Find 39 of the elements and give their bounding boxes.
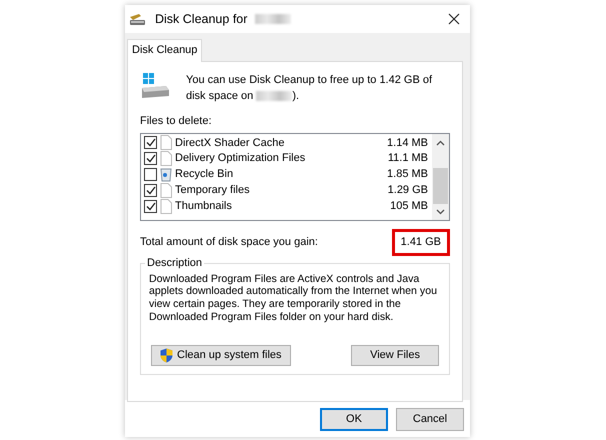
scroll-down-icon[interactable] [436, 209, 445, 215]
shield-icon [160, 348, 173, 362]
file-size: 1.14 MB [387, 136, 428, 151]
file-name: Thumbnails [175, 198, 232, 214]
intro-text: You can use Disk Cleanup to free up to 1.42 GB of disk space on ). [186, 72, 434, 104]
file-size: 105 MB [390, 198, 428, 214]
scroll-up-icon[interactable] [436, 140, 445, 146]
total-label: Total amount of disk space you gain: [140, 235, 318, 250]
checkbox[interactable] [144, 152, 157, 166]
file-icon [160, 151, 172, 166]
tab[interactable]: Disk Cleanup [127, 39, 202, 62]
dialog-button[interactable]: Cancel [396, 408, 464, 431]
group-title: Description [146, 258, 204, 268]
action-button[interactable]: View Files [351, 344, 439, 366]
checkbox[interactable] [144, 136, 157, 150]
file-name: Recycle Bin [175, 167, 234, 182]
file-size: 1.29 GB [388, 183, 428, 198]
dialog-button[interactable]: OK [320, 408, 388, 431]
files-label: Files to delete: [140, 114, 213, 128]
checkbox[interactable] [144, 184, 157, 197]
checkbox[interactable] [144, 168, 157, 181]
description-text: Downloaded Program Files are ActiveX controls and Java applets downloaded automatically from the Internet when you view certain pages. They are temporarily stored in the Downloaded Program Files folder on your hard disk. [149, 272, 438, 324]
file-name: DirectX Shader Cache [175, 136, 284, 151]
file-icon [160, 182, 172, 198]
window-title: Disk Cleanup for [155, 10, 248, 28]
scrollbar[interactable] [432, 134, 449, 220]
file-name: Temporary files [175, 183, 250, 198]
checkbox[interactable] [144, 200, 157, 213]
recycle-bin-icon [160, 166, 172, 182]
file-icon [160, 198, 172, 214]
drive-icon [140, 72, 170, 100]
file-size: 11.1 MB [388, 151, 428, 166]
file-name: Delivery Optimization Files [175, 151, 306, 166]
total-value: 1.41 GB [392, 229, 450, 256]
redaction [255, 14, 292, 24]
file-size: 1.85 MB [387, 167, 428, 182]
file-icon [160, 135, 172, 150]
disk-cleanup-icon [129, 12, 147, 26]
action-button[interactable]: Clean up system files [151, 344, 291, 366]
